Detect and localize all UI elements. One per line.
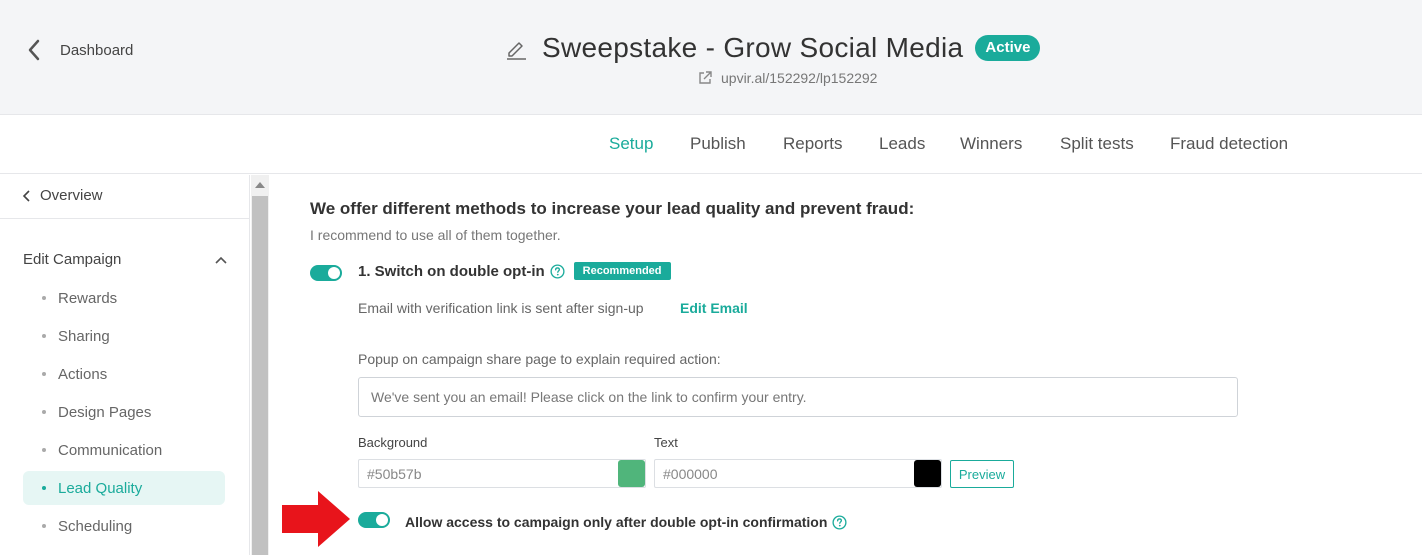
- sidebar-item-rewards[interactable]: Rewards: [23, 281, 225, 315]
- page-title: Sweepstake - Grow Social Media: [542, 32, 964, 63]
- help-circle-icon[interactable]: [832, 514, 847, 530]
- scrollbar-thumb[interactable]: [252, 196, 268, 555]
- tab-fraud-detection[interactable]: Fraud detection: [1170, 134, 1288, 154]
- toggle-knob: [328, 267, 340, 279]
- recommended-badge: Recommended: [573, 262, 671, 280]
- status-badge: Active: [975, 35, 1041, 61]
- bullet-dot: [42, 486, 46, 490]
- external-link-icon: [699, 71, 712, 84]
- back-label: Dashboard: [60, 41, 134, 59]
- bullet-dot: [42, 410, 46, 414]
- sidebar-item-label: Design Pages: [58, 403, 152, 421]
- background-color-label: Background: [358, 435, 428, 450]
- bullet-dot: [42, 372, 46, 376]
- edit-pencil-icon[interactable]: [504, 36, 528, 60]
- campaign-url-link[interactable]: upvir.al/152292/lp152292: [697, 70, 877, 86]
- toggle-knob: [376, 514, 388, 526]
- allow-access-row: Allow access to campaign only after doub…: [405, 514, 847, 530]
- sidebar-item-design-pages[interactable]: Design Pages: [23, 395, 225, 429]
- sidebar-item-communication[interactable]: Communication: [23, 433, 225, 467]
- red-arrow-icon: [282, 491, 350, 547]
- sidebar-item-label: Lead Quality: [58, 479, 143, 497]
- background-color-swatch[interactable]: [618, 460, 645, 487]
- bullet-dot: [42, 448, 46, 452]
- bullet-dot: [42, 296, 46, 300]
- title-area: Sweepstake - Grow Social Media Active: [504, 32, 1041, 64]
- edit-campaign-label: Edit Campaign: [23, 251, 122, 268]
- sidebar-item-label: Communication: [58, 441, 163, 459]
- text-color-input[interactable]: [654, 459, 942, 488]
- preview-button[interactable]: Preview: [950, 460, 1014, 488]
- section-subheading: I recommend to use all of them together.: [310, 227, 561, 243]
- sidebar-divider: [0, 218, 250, 219]
- sidebar-item-label: Actions: [58, 365, 108, 383]
- bullet-dot: [42, 334, 46, 338]
- chevron-left-icon: [22, 189, 30, 202]
- overview-label: Overview: [40, 187, 103, 204]
- page-header: Dashboard Sweepstake - Grow Social Media…: [0, 0, 1422, 115]
- sidebar-item-actions[interactable]: Actions: [23, 357, 225, 391]
- tab-setup[interactable]: Setup: [609, 134, 653, 154]
- sidebar-item-label: Rewards: [58, 289, 118, 307]
- text-color-label: Text: [654, 435, 678, 450]
- background-color-input[interactable]: [358, 459, 646, 488]
- sidebar-item-lead-quality[interactable]: Lead Quality: [23, 471, 225, 505]
- tab-reports[interactable]: Reports: [783, 134, 843, 154]
- popup-message-input[interactable]: [358, 377, 1238, 417]
- sidebar-item-label: Sharing: [58, 327, 110, 345]
- allow-access-toggle[interactable]: [358, 512, 390, 528]
- tab-split-tests[interactable]: Split tests: [1060, 134, 1134, 154]
- sidebar-item-label: Scheduling: [58, 517, 133, 535]
- sidebar: Overview Edit Campaign Rewards Sharing A…: [0, 175, 250, 555]
- scroll-up-arrow-icon[interactable]: [251, 175, 269, 195]
- back-to-dashboard-link[interactable]: Dashboard: [24, 38, 133, 62]
- text-color-swatch[interactable]: [914, 460, 941, 487]
- bullet-dot: [42, 524, 46, 528]
- edit-email-link[interactable]: Edit Email: [680, 300, 748, 316]
- sidebar-overview-link[interactable]: Overview: [22, 187, 103, 204]
- email-description: Email with verification link is sent aft…: [358, 300, 644, 316]
- chevron-up-icon: [215, 256, 227, 264]
- section-heading: We offer different methods to increase y…: [310, 199, 915, 218]
- tab-leads[interactable]: Leads: [879, 134, 925, 154]
- sidebar-scrollbar[interactable]: [251, 175, 269, 555]
- sidebar-item-scheduling[interactable]: Scheduling: [23, 509, 225, 543]
- lead-quality-panel: We offer different methods to increase y…: [270, 175, 1422, 555]
- double-opt-in-label: 1. Switch on double opt-in: [358, 262, 545, 280]
- help-circle-icon[interactable]: [550, 263, 565, 279]
- popup-label: Popup on campaign share page to explain …: [358, 351, 721, 367]
- allow-access-label: Allow access to campaign only after doub…: [405, 514, 828, 530]
- sidebar-item-sharing[interactable]: Sharing: [23, 319, 225, 353]
- campaign-url: upvir.al/152292/lp152292: [721, 70, 878, 86]
- edit-campaign-section-toggle[interactable]: Edit Campaign: [23, 251, 228, 268]
- main-tabs: Setup Publish Reports Leads Winners Spli…: [0, 116, 1422, 174]
- double-opt-in-row: 1. Switch on double opt-in Recommended: [358, 262, 671, 280]
- tab-winners[interactable]: Winners: [960, 134, 1022, 154]
- chevron-left-icon: [28, 39, 40, 61]
- tab-publish[interactable]: Publish: [690, 134, 746, 154]
- double-opt-in-toggle[interactable]: [310, 265, 342, 281]
